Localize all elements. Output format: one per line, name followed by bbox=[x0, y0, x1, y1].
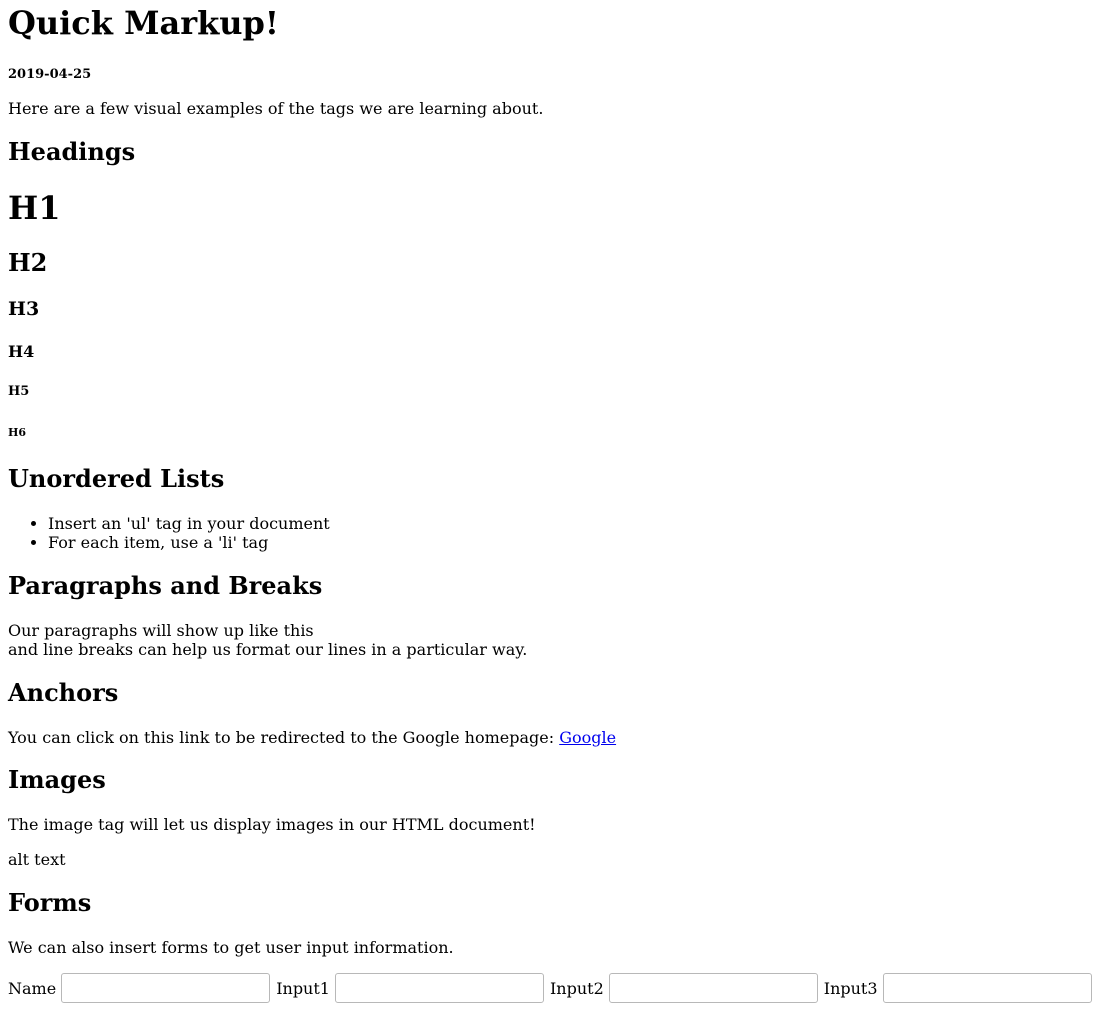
images-section-title: Images bbox=[8, 765, 106, 794]
input2-field[interactable] bbox=[608, 973, 818, 1003]
heading-example-h5: H5 bbox=[8, 384, 30, 399]
page-date: 2019-04-25 bbox=[8, 67, 92, 82]
page-title: Quick Markup! bbox=[8, 4, 279, 42]
paragraphs-section-title: Paragraphs and Breaks bbox=[8, 571, 323, 600]
name-label: Name bbox=[8, 978, 57, 998]
paragraph-with-break: Our paragraphs will show up like this an… bbox=[8, 621, 527, 659]
list-item: Insert an 'ul' tag in your document bbox=[48, 514, 330, 533]
heading-example-h2: H2 bbox=[8, 248, 48, 277]
input1-label: Input1 bbox=[276, 978, 330, 998]
images-paragraph: The image tag will let us display images… bbox=[8, 815, 536, 834]
list-item: For each item, use a 'li' tag bbox=[48, 533, 330, 552]
forms-section-title: Forms bbox=[8, 888, 92, 917]
name-input[interactable] bbox=[61, 973, 271, 1003]
input3-field[interactable] bbox=[882, 973, 1092, 1003]
heading-example-h3: H3 bbox=[8, 298, 40, 320]
anchors-text: You can click on this link to be redirec… bbox=[8, 728, 560, 747]
lists-section-title: Unordered Lists bbox=[8, 464, 225, 493]
headings-section-title: Headings bbox=[8, 137, 136, 166]
input3-label: Input3 bbox=[823, 978, 878, 998]
google-link[interactable]: Google bbox=[559, 728, 616, 747]
paragraph-line-1: Our paragraphs will show up like this bbox=[8, 621, 314, 640]
unordered-list: Insert an 'ul' tag in your document For … bbox=[8, 514, 330, 552]
image-alt-text: alt text bbox=[8, 850, 66, 869]
intro-paragraph: Here are a few visual examples of the ta… bbox=[8, 99, 544, 118]
user-input-form: Name Input1 Input2 Input3 bbox=[8, 972, 1092, 1004]
input1-field[interactable] bbox=[334, 973, 544, 1003]
anchors-section-title: Anchors bbox=[8, 678, 119, 707]
heading-example-h4: H4 bbox=[8, 342, 35, 361]
forms-paragraph: We can also insert forms to get user inp… bbox=[8, 938, 454, 957]
heading-example-h1: H1 bbox=[8, 189, 61, 227]
heading-example-h6: H6 bbox=[8, 426, 27, 439]
anchors-paragraph: You can click on this link to be redirec… bbox=[8, 728, 616, 747]
input2-label: Input2 bbox=[549, 978, 604, 998]
paragraph-line-2: and line breaks can help us format our l… bbox=[8, 640, 528, 659]
